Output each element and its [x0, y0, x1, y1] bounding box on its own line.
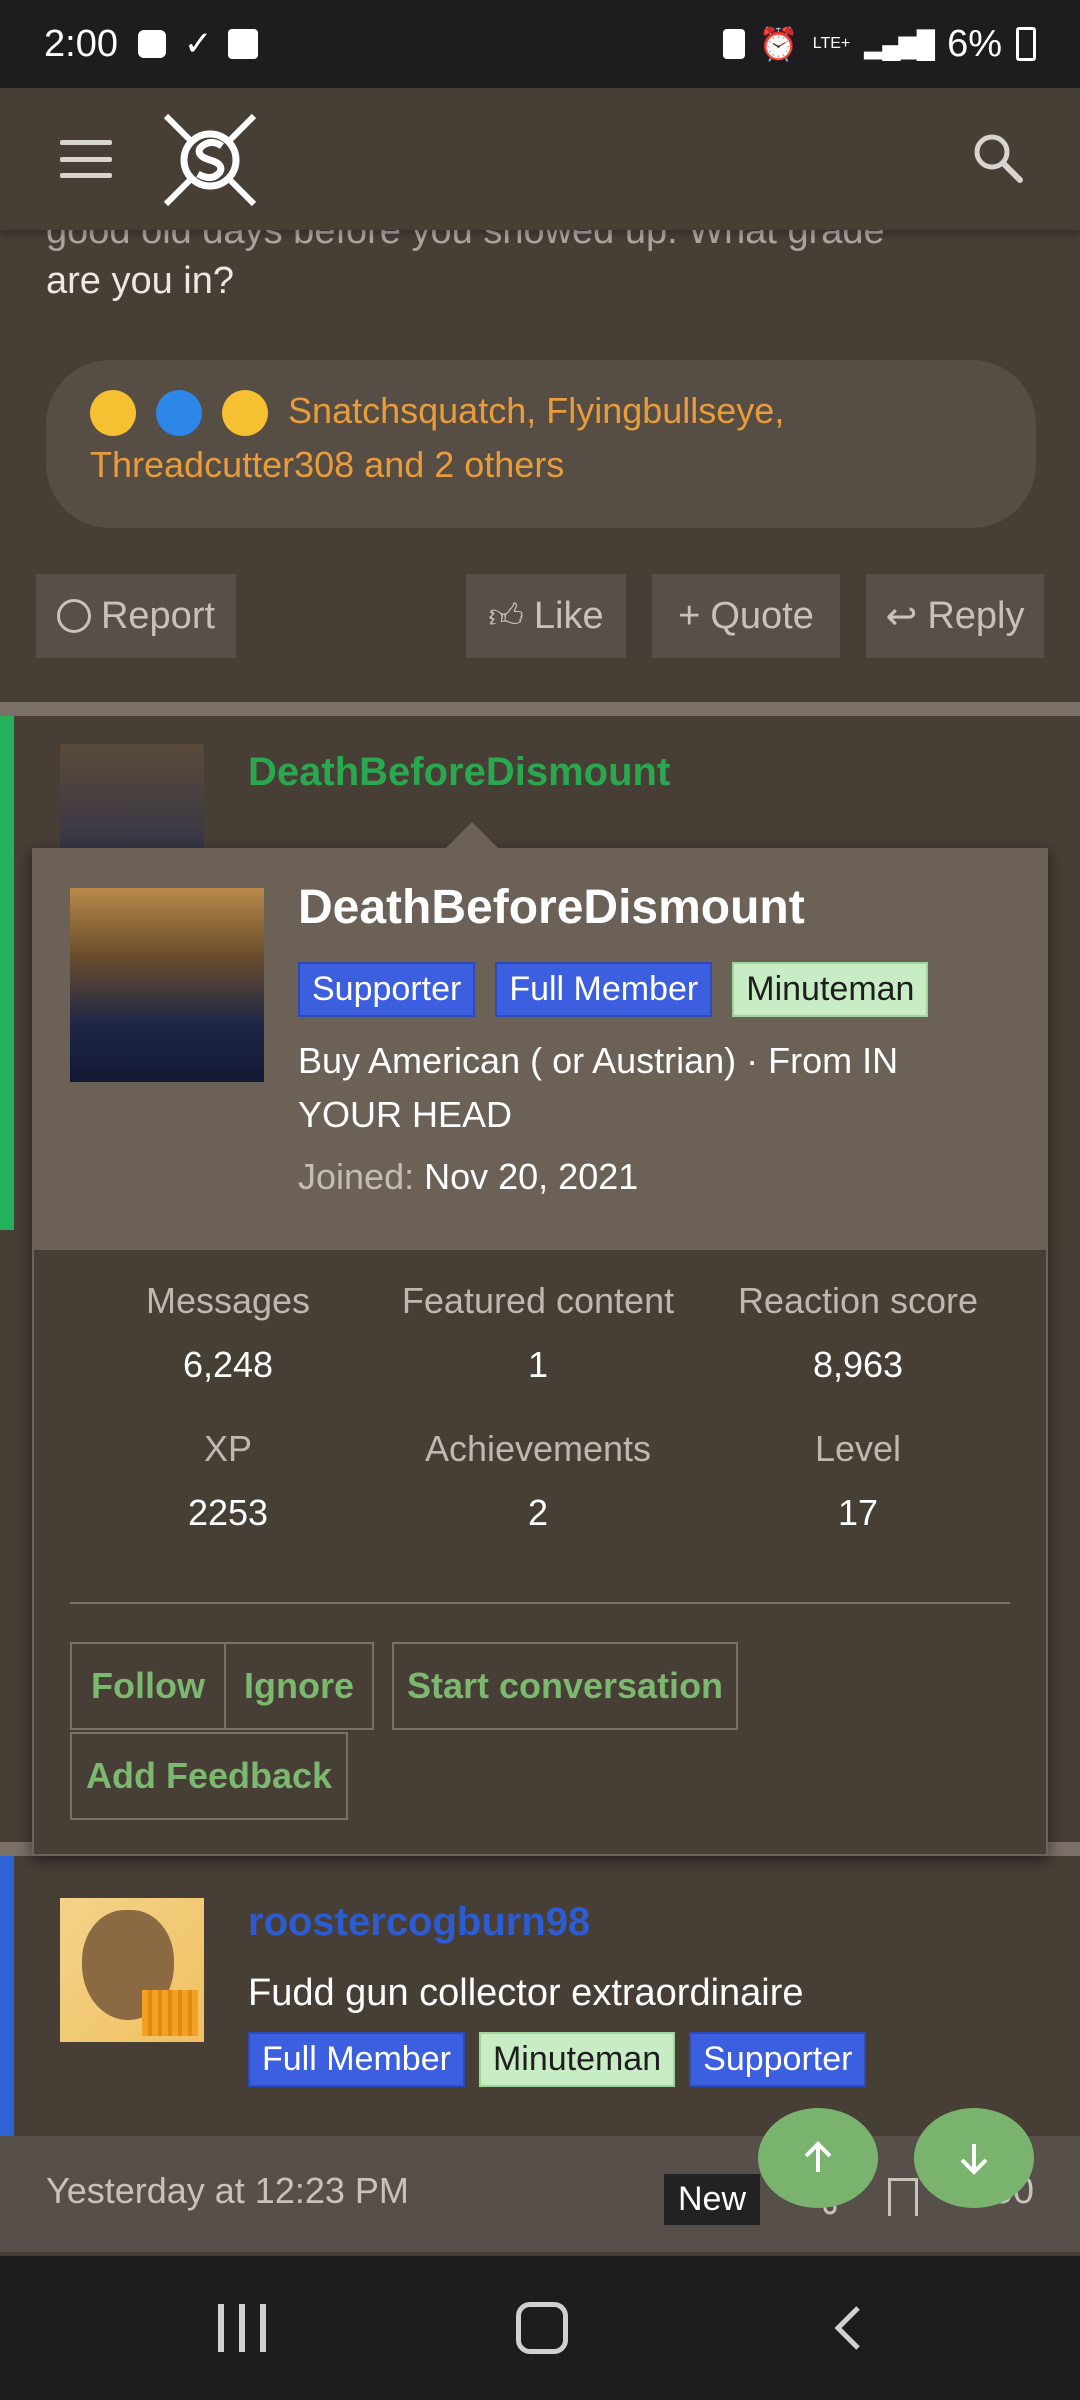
stat-achievements[interactable]: Achievements 2 — [378, 1428, 698, 1534]
back-icon[interactable] — [826, 2304, 874, 2352]
report-label: Report — [100, 594, 216, 637]
arrow-up-icon — [804, 2141, 832, 2172]
joined-date: Nov 20, 2021 — [424, 1156, 639, 1197]
reply-label: Reply — [927, 594, 1025, 637]
battery-percent: 6% — [947, 22, 1002, 65]
badge-full-member: Full Member — [248, 2032, 465, 2087]
bookmark-icon[interactable] — [888, 2178, 918, 2216]
search-icon[interactable] — [970, 130, 1026, 186]
joined-label: Joined: — [298, 1156, 415, 1197]
badge-full-member: Full Member — [495, 962, 713, 1017]
stat-value: 17 — [837, 1492, 879, 1533]
stat-label: XP — [203, 1428, 253, 1469]
status-bar: 2:00 ✓ ⏰ LTE+ ▂▄▆█ 6% — [0, 0, 1080, 88]
author-accent-bar — [0, 1856, 14, 2136]
home-icon[interactable] — [516, 2302, 568, 2354]
stat-label: Level — [814, 1428, 902, 1469]
popover-username[interactable]: DeathBeforeDismount — [298, 880, 805, 935]
like-button[interactable]: 👍︎ Like — [466, 574, 626, 658]
site-logo[interactable] — [160, 110, 260, 210]
battery-icon — [1016, 27, 1036, 61]
battery-saver-icon — [722, 29, 745, 59]
thumbs-up-icon: 👍︎ — [488, 596, 524, 635]
scroll-bottom-button[interactable] — [914, 2108, 1034, 2208]
author-name[interactable]: DeathBeforeDismount — [248, 750, 670, 795]
system-nav-bar — [0, 2256, 1080, 2400]
app-bar — [0, 88, 1080, 230]
post-divider — [0, 702, 1080, 716]
checkbox-icon — [228, 29, 259, 59]
stat-xp: XP 2253 — [68, 1428, 388, 1534]
stat-value: 2 — [527, 1492, 549, 1533]
next-author-avatar[interactable] — [60, 1898, 204, 2042]
stat-value: 8,963 — [812, 1344, 904, 1385]
member-tooltip-popover: DeathBeforeDismount Supporter Full Membe… — [32, 822, 1048, 1856]
popover-badges: Supporter Full Member Minuteman — [298, 962, 929, 1017]
popover-arrow — [444, 822, 500, 850]
next-post-header: roostercogburn98 Fudd gun collector extr… — [0, 1856, 1080, 2136]
badge-minuteman: Minuteman — [732, 962, 929, 1017]
badge-supporter: Supporter — [298, 962, 476, 1017]
scroll-top-button[interactable] — [758, 2108, 878, 2208]
arrow-down-icon — [960, 2144, 988, 2175]
ignore-button[interactable]: Ignore — [224, 1642, 374, 1730]
stat-value: 2253 — [187, 1492, 269, 1533]
stat-label: Achievements — [424, 1428, 652, 1469]
popover-avatar[interactable] — [70, 888, 264, 1082]
notification-icon — [137, 30, 166, 58]
rofl-emoji-icon — [90, 390, 136, 437]
heart-eyes-emoji-icon — [222, 390, 269, 437]
popover-description: Buy American ( or Austrian) · From IN YO… — [298, 1040, 899, 1135]
stat-label: Messages — [145, 1280, 311, 1321]
fries-image — [142, 1990, 198, 2036]
stat-reaction-score[interactable]: Reaction score 8,963 — [698, 1280, 1018, 1386]
like-label: Like — [533, 594, 604, 637]
new-indicator: New — [664, 2174, 761, 2225]
badge-supporter: Supporter — [689, 2032, 867, 2087]
network-type: LTE+ — [812, 35, 851, 52]
menu-icon[interactable] — [60, 140, 112, 178]
alarm-icon: ⏰ — [758, 26, 799, 62]
signal-icon: ▂▄▆█ — [864, 28, 935, 59]
check-icon: ✓ — [183, 25, 213, 63]
stat-label: Featured content — [401, 1280, 675, 1321]
follow-button[interactable]: Follow — [70, 1642, 226, 1730]
reply-arrow-icon: ↩ — [885, 595, 918, 638]
author-accent-bar — [0, 716, 14, 1230]
next-author-badges: Full Member Minuteman Supporter — [248, 2032, 867, 2087]
warning-icon — [56, 599, 91, 633]
next-author-name[interactable]: roostercogburn98 — [248, 1900, 590, 1945]
quote-label: Quote — [710, 594, 814, 637]
popover-joined: Joined: Nov 20, 2021 — [298, 1156, 638, 1198]
badge-minuteman: Minuteman — [478, 2032, 676, 2087]
recents-icon[interactable] — [218, 2304, 266, 2352]
thumbs-up-emoji-icon — [156, 390, 203, 437]
reactions-bar[interactable]: Snatchsquatch, Flyingbullseye, Threadcut… — [46, 360, 1036, 528]
stat-value: 6,248 — [182, 1344, 274, 1385]
reply-button[interactable]: ↩ Reply — [866, 574, 1044, 658]
post-timestamp[interactable]: Yesterday at 12:23 PM — [46, 2170, 409, 2212]
report-button[interactable]: Report — [36, 574, 236, 658]
stat-level: Level 17 — [698, 1428, 1018, 1534]
quote-button[interactable]: + Quote — [652, 574, 840, 658]
stat-label: Reaction score — [737, 1280, 979, 1321]
next-author-desc: Fudd gun collector extraordinaire — [248, 1972, 804, 2014]
plus-icon: + — [678, 594, 701, 637]
stat-messages[interactable]: Messages 6,248 — [68, 1280, 388, 1386]
status-time: 2:00 — [44, 22, 118, 65]
popover-separator — [70, 1602, 1010, 1604]
post-text: are you in? — [46, 260, 235, 302]
add-feedback-button[interactable]: Add Feedback — [70, 1732, 348, 1820]
stat-featured-content[interactable]: Featured content 1 — [378, 1280, 698, 1386]
stat-value: 1 — [527, 1344, 549, 1385]
start-conversation-button[interactable]: Start conversation — [392, 1642, 738, 1730]
